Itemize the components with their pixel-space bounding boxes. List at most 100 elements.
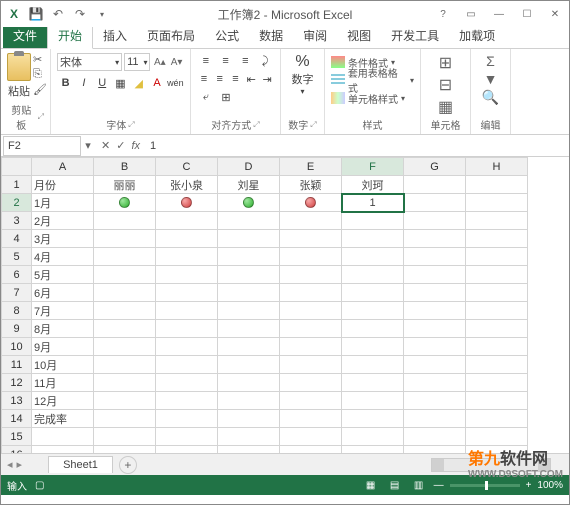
cell[interactable]: 1月 — [32, 194, 94, 212]
cell[interactable]: 12月 — [32, 392, 94, 410]
sheet-nav-first-icon[interactable]: ◂ — [7, 458, 13, 471]
cell[interactable] — [94, 320, 156, 338]
cell[interactable] — [94, 284, 156, 302]
number-launcher-icon[interactable]: ⤢ — [310, 120, 316, 130]
cell[interactable] — [94, 302, 156, 320]
autosum-icon[interactable]: Σ — [486, 53, 495, 69]
align-left-icon[interactable]: ≡ — [197, 71, 211, 87]
decrease-font-icon[interactable]: A▾ — [169, 54, 184, 70]
cell[interactable] — [218, 248, 280, 266]
cell[interactable] — [404, 230, 466, 248]
cell[interactable] — [94, 410, 156, 428]
cell[interactable] — [218, 284, 280, 302]
cell[interactable] — [156, 392, 218, 410]
cell[interactable] — [280, 212, 342, 230]
cell[interactable] — [218, 194, 280, 212]
cell[interactable] — [218, 410, 280, 428]
cell[interactable] — [466, 194, 528, 212]
cell[interactable] — [404, 428, 466, 446]
cell[interactable] — [280, 302, 342, 320]
cell[interactable] — [218, 374, 280, 392]
format-cell-icon[interactable]: ▦ — [438, 97, 453, 117]
help-icon[interactable]: ? — [433, 6, 453, 22]
col-header[interactable]: H — [466, 158, 528, 176]
cell[interactable] — [466, 320, 528, 338]
row-header[interactable]: 2 — [2, 194, 32, 212]
align-launcher-icon[interactable]: ⤢ — [253, 120, 259, 130]
cell[interactable] — [404, 410, 466, 428]
view-normal-icon[interactable]: ▦ — [362, 478, 380, 492]
align-bottom-icon[interactable]: ≡ — [237, 53, 255, 69]
cell[interactable]: 5月 — [32, 266, 94, 284]
increase-font-icon[interactable]: A▴ — [152, 54, 167, 70]
cell[interactable] — [94, 338, 156, 356]
cell[interactable] — [280, 230, 342, 248]
phonetic-icon[interactable]: wén — [167, 74, 184, 92]
cell[interactable] — [466, 302, 528, 320]
add-sheet-button[interactable]: + — [119, 456, 137, 474]
cell[interactable]: 4月 — [32, 248, 94, 266]
cell[interactable] — [342, 266, 404, 284]
wrap-text-icon[interactable]: ⤶ — [197, 89, 215, 105]
cell[interactable] — [280, 428, 342, 446]
cell[interactable] — [404, 374, 466, 392]
cell[interactable] — [404, 266, 466, 284]
col-header[interactable]: D — [218, 158, 280, 176]
row-header[interactable]: 8 — [2, 302, 32, 320]
cell[interactable] — [404, 392, 466, 410]
cell[interactable]: 刘珂 — [342, 176, 404, 194]
cell[interactable] — [156, 338, 218, 356]
number-format-button[interactable]: % 数字 ▾ — [287, 53, 318, 96]
cell[interactable] — [466, 428, 528, 446]
macro-record-icon[interactable]: ▢ — [35, 480, 44, 491]
horizontal-scrollbar[interactable] — [431, 458, 551, 472]
cell[interactable] — [466, 374, 528, 392]
cell[interactable]: 月份 — [32, 176, 94, 194]
row-header[interactable]: 9 — [2, 320, 32, 338]
border-icon[interactable]: ▦ — [112, 74, 129, 92]
col-header[interactable]: C — [156, 158, 218, 176]
cell[interactable] — [280, 194, 342, 212]
cell[interactable] — [94, 194, 156, 212]
cell[interactable]: 6月 — [32, 284, 94, 302]
cell[interactable] — [94, 356, 156, 374]
cell[interactable] — [280, 320, 342, 338]
cell[interactable] — [280, 392, 342, 410]
row-header[interactable]: 11 — [2, 356, 32, 374]
cell[interactable] — [94, 230, 156, 248]
fill-icon[interactable]: ▼ — [484, 71, 498, 87]
cell[interactable] — [404, 194, 466, 212]
qat-dropdown-icon[interactable]: ▾ — [93, 5, 111, 23]
cell[interactable]: 刘星 — [218, 176, 280, 194]
cell[interactable] — [94, 428, 156, 446]
cell[interactable] — [342, 302, 404, 320]
cell[interactable] — [466, 266, 528, 284]
cell[interactable] — [342, 338, 404, 356]
cell[interactable] — [94, 392, 156, 410]
zoom-out-icon[interactable]: ― — [434, 480, 444, 491]
cell[interactable] — [466, 392, 528, 410]
fx-icon[interactable]: fx — [131, 140, 140, 152]
indent-decrease-icon[interactable]: ⇤ — [244, 71, 258, 87]
align-middle-icon[interactable]: ≡ — [217, 53, 235, 69]
cell[interactable] — [218, 338, 280, 356]
spreadsheet-grid[interactable]: ABCDEFGH1月份丽丽张小泉刘星张颖刘珂21月132月43月54月65月76… — [1, 157, 569, 453]
cell[interactable] — [342, 320, 404, 338]
zoom-level[interactable]: 100% — [537, 480, 563, 491]
fill-color-icon[interactable]: ◢ — [130, 74, 147, 92]
format-painter-icon[interactable]: 🖌 — [33, 83, 47, 96]
row-header[interactable]: 16 — [2, 446, 32, 454]
row-header[interactable]: 10 — [2, 338, 32, 356]
cell[interactable] — [404, 356, 466, 374]
cell[interactable] — [280, 374, 342, 392]
cell[interactable] — [218, 428, 280, 446]
cell[interactable] — [218, 446, 280, 454]
cell[interactable] — [342, 230, 404, 248]
orientation-icon[interactable]: ⤸ — [256, 53, 274, 69]
align-right-icon[interactable]: ≡ — [229, 71, 243, 87]
paste-button[interactable]: 粘贴 — [7, 53, 31, 99]
cell[interactable] — [218, 356, 280, 374]
copy-icon[interactable]: ⎘ — [33, 68, 47, 81]
cell[interactable] — [342, 374, 404, 392]
undo-icon[interactable]: ↶ — [49, 5, 67, 23]
